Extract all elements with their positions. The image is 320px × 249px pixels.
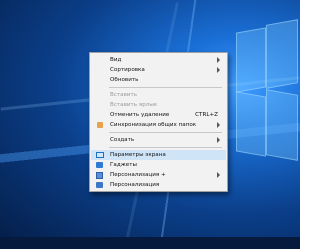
menu-item-paste-shortcut[interactable]: Вставить ярлык — [91, 100, 226, 110]
menu-item-personalization-plus[interactable]: Персонализация + — [91, 170, 226, 180]
menu-item-display-settings[interactable]: Параметры экрана — [91, 150, 226, 160]
menu-item-undo-delete[interactable]: Отменить удаление CTRL+Z — [91, 110, 226, 120]
taskbar[interactable] — [0, 237, 300, 249]
personalization-icon — [96, 182, 103, 188]
menu-item-personalization[interactable]: Персонализация — [91, 180, 226, 190]
menu-item-paste[interactable]: Вставить — [91, 90, 226, 100]
menu-item-label: Персонализация + — [110, 172, 166, 178]
menu-item-label: Обновить — [110, 77, 139, 83]
menu-separator — [109, 147, 222, 148]
menu-item-gadgets[interactable]: Гаджеты — [91, 160, 226, 170]
submenu-arrow-icon — [217, 122, 220, 128]
sync-icon — [97, 122, 103, 128]
menu-item-label: Гаджеты — [110, 162, 137, 168]
menu-item-label: Создать — [110, 137, 135, 143]
menu-separator — [109, 87, 222, 88]
menu-item-label: Параметры экрана — [110, 152, 166, 158]
menu-item-shortcut: CTRL+Z — [195, 112, 218, 118]
menu-item-label: Вид — [110, 57, 122, 63]
submenu-arrow-icon — [217, 137, 220, 143]
nvidia-icon — [96, 172, 103, 179]
submenu-arrow-icon — [217, 57, 220, 63]
menu-item-sort[interactable]: Сортировка — [91, 65, 226, 75]
menu-item-sync-shared-folders[interactable]: Синхронизация общих папок — [91, 120, 226, 130]
submenu-arrow-icon — [217, 67, 220, 73]
windows-logo-glow — [228, 12, 298, 172]
menu-item-create[interactable]: Создать — [91, 135, 226, 145]
menu-item-view[interactable]: Вид — [91, 55, 226, 65]
menu-item-label: Персонализация — [110, 182, 160, 188]
gadgets-icon — [96, 162, 103, 168]
menu-item-refresh[interactable]: Обновить — [91, 75, 226, 85]
menu-separator — [109, 132, 222, 133]
menu-item-label: Отменить удаление — [110, 112, 170, 118]
menu-item-label: Вставить — [110, 92, 138, 98]
submenu-arrow-icon — [217, 172, 220, 178]
menu-item-label: Синхронизация общих папок — [110, 122, 197, 128]
menu-item-label: Сортировка — [110, 67, 145, 73]
desktop-context-menu: Вид Сортировка Обновить Вставить Вставит… — [89, 52, 228, 192]
display-settings-icon — [96, 152, 104, 158]
menu-item-label: Вставить ярлык — [110, 102, 158, 108]
